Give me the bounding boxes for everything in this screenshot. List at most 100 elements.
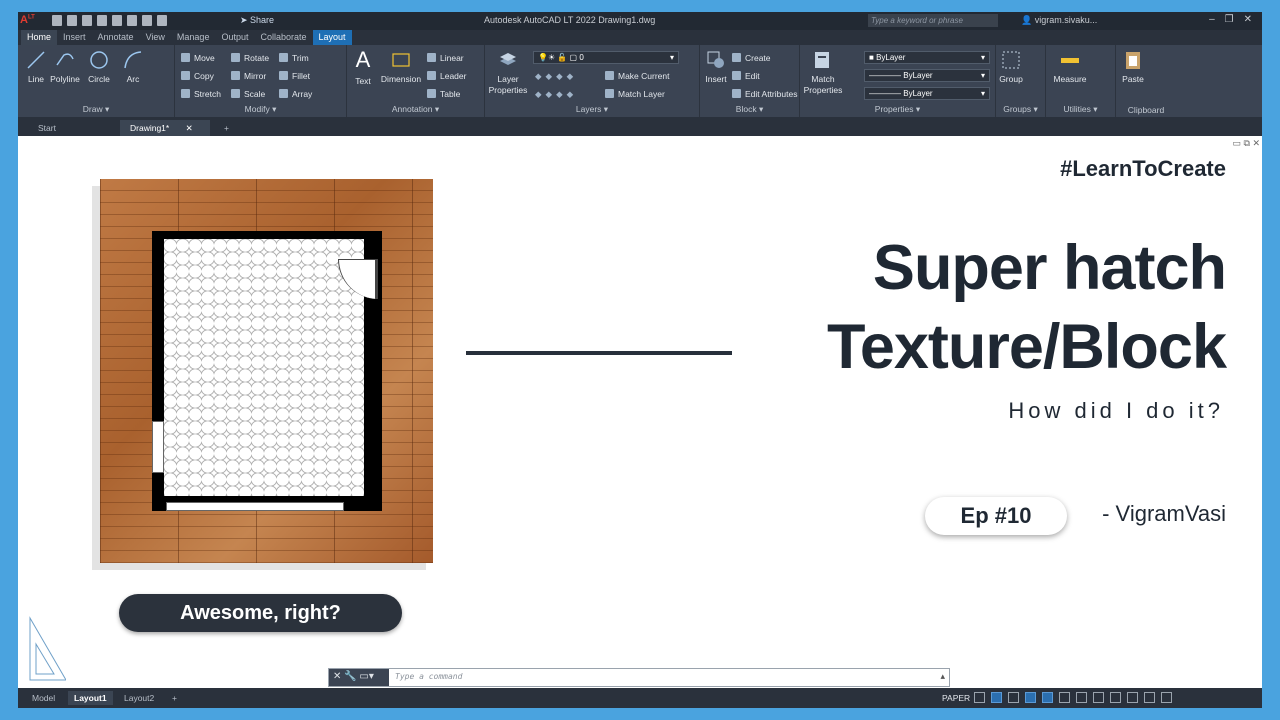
table-button[interactable]: Table [427, 89, 460, 99]
minimize-icon[interactable]: – [1209, 14, 1215, 25]
edit-attributes-button[interactable]: Edit Attributes [732, 89, 797, 99]
linear-button[interactable]: Linear [427, 53, 464, 63]
array-button[interactable]: Array [279, 89, 312, 99]
edit-block-button[interactable]: Edit [732, 71, 760, 81]
make-current-button[interactable]: Make Current [605, 71, 670, 81]
paste-button[interactable]: Paste [1118, 49, 1148, 84]
dimension-button[interactable]: Dimension [377, 49, 425, 84]
create-block-button[interactable]: Create [732, 53, 771, 63]
rotate-button[interactable]: Rotate [231, 53, 269, 63]
color-dropdown[interactable]: ■ ByLayer ▾ [864, 51, 990, 64]
line-label: Line [27, 74, 45, 84]
tab-layout[interactable]: Layout [312, 30, 352, 45]
lineweight-dropdown[interactable]: ———— ByLayer ▾ [864, 87, 990, 100]
tab-model[interactable]: Model [26, 691, 61, 705]
new-icon[interactable] [52, 15, 62, 26]
share-button[interactable]: ➤ Share [240, 15, 274, 26]
command-expand-icon[interactable]: ▴ [940, 671, 945, 682]
drawing-canvas[interactable]: Awesome, right? #LearnToCreate Super hat… [18, 136, 1262, 681]
isolate-icon[interactable] [1127, 692, 1138, 703]
arc-button[interactable]: Arc [118, 49, 148, 84]
properties-panel-title[interactable]: Properties ▾ [800, 104, 995, 115]
measure-button[interactable]: Measure [1050, 49, 1090, 84]
user-account[interactable]: 👤 vigram.sivaku... [1021, 15, 1097, 26]
tab-manage[interactable]: Manage [171, 30, 216, 45]
draw-panel-title[interactable]: Draw ▾ [18, 104, 174, 115]
scale-button[interactable]: Scale [231, 89, 265, 99]
fullscreen-icon[interactable] [1144, 692, 1155, 703]
move-label: Move [194, 53, 215, 63]
command-history-icon[interactable]: ▭▾ [359, 671, 373, 682]
osnap-icon[interactable] [1042, 692, 1053, 703]
layer-tools-row1-icon[interactable]: ◆◆◆◆ [535, 71, 577, 82]
grid-icon[interactable] [974, 692, 985, 703]
close-tab-icon[interactable]: ✕ [186, 123, 193, 133]
divider-line [466, 351, 732, 355]
file-tab-start[interactable]: Start [28, 120, 120, 136]
new-tab-icon[interactable]: + [214, 120, 239, 136]
save-as-icon[interactable] [97, 15, 107, 26]
match-properties-button[interactable]: Match Properties [802, 49, 844, 96]
circle-button[interactable]: Circle [84, 49, 114, 84]
settings-gear-icon[interactable] [1110, 692, 1121, 703]
copy-button[interactable]: Copy [181, 71, 214, 81]
redo-icon[interactable] [157, 15, 167, 26]
close-icon[interactable]: ✕ [1244, 14, 1252, 25]
tab-annotate[interactable]: Annotate [92, 30, 140, 45]
groups-panel-title[interactable]: Groups ▾ [996, 104, 1045, 115]
file-tab-drawing1[interactable]: Drawing1* ✕ [120, 120, 210, 136]
command-customize-icon[interactable]: 🔧 [344, 671, 356, 682]
tab-layout1[interactable]: Layout1 [68, 691, 113, 705]
trim-button[interactable]: Trim [279, 53, 309, 63]
stretch-button[interactable]: Stretch [181, 89, 221, 99]
undo-icon[interactable] [142, 15, 152, 26]
block-panel-title[interactable]: Block ▾ [700, 104, 799, 115]
paper-space-toggle[interactable]: PAPER [942, 693, 970, 703]
annotation-panel-title[interactable]: Annotation ▾ [347, 104, 484, 115]
lineweight-icon[interactable] [1059, 692, 1070, 703]
command-close-icon[interactable]: ✕ [333, 671, 341, 682]
move-button[interactable]: Move [181, 53, 215, 63]
linetype-dropdown[interactable]: ———— ByLayer ▾ [864, 69, 990, 82]
snap-icon[interactable] [991, 692, 1002, 703]
tab-output[interactable]: Output [215, 30, 254, 45]
save-icon[interactable] [82, 15, 92, 26]
autocad-logo-icon[interactable]: ALT [20, 14, 35, 28]
text-icon: A [355, 47, 371, 72]
utilities-panel-title[interactable]: Utilities ▾ [1046, 104, 1115, 115]
menu-icon[interactable] [1161, 692, 1172, 703]
workspace-icon[interactable] [1093, 692, 1104, 703]
mirror-button[interactable]: Mirror [231, 71, 266, 81]
viewport-controls[interactable]: ▭ ⧉ ✕ [1233, 138, 1260, 149]
layer-tools-row2-icon[interactable]: ◆◆◆◆ [535, 89, 577, 100]
add-layout-icon[interactable]: + [166, 691, 183, 705]
annotation-scale-icon[interactable] [1076, 692, 1087, 703]
print-icon[interactable] [127, 15, 137, 26]
tab-layout2[interactable]: Layout2 [118, 691, 160, 705]
search-input[interactable]: Type a keyword or phrase [868, 14, 998, 27]
layer-dropdown[interactable]: 💡☀ 🔓 ▢ 0 ▾ [533, 51, 679, 64]
open-icon[interactable] [67, 15, 77, 26]
tab-home[interactable]: Home [21, 30, 58, 45]
line-button[interactable]: Line [22, 49, 50, 84]
leader-button[interactable]: Leader [427, 71, 466, 81]
layers-panel-title[interactable]: Layers ▾ [485, 104, 699, 115]
group-button[interactable]: Group [998, 49, 1024, 84]
polar-icon[interactable] [1025, 692, 1036, 703]
fillet-button[interactable]: Fillet [279, 71, 310, 81]
text-label: Text [355, 76, 371, 86]
web-mobile-icon[interactable] [112, 15, 122, 26]
polyline-button[interactable]: Polyline [48, 49, 82, 84]
maximize-icon[interactable]: ❐ [1225, 14, 1234, 25]
command-input[interactable]: Type a command [395, 672, 462, 681]
tab-insert[interactable]: Insert [57, 30, 92, 45]
layer-properties-button[interactable]: Layer Properties [487, 49, 529, 96]
author-credit: - VigramVasi [1102, 501, 1226, 526]
insert-button[interactable]: Insert [702, 49, 730, 84]
text-button[interactable]: A Text [351, 47, 375, 86]
ortho-icon[interactable] [1008, 692, 1019, 703]
modify-panel-title[interactable]: Modify ▾ [175, 104, 346, 115]
tab-collaborate[interactable]: Collaborate [254, 30, 312, 45]
tab-view[interactable]: View [140, 30, 171, 45]
match-layer-button[interactable]: Match Layer [605, 89, 665, 99]
